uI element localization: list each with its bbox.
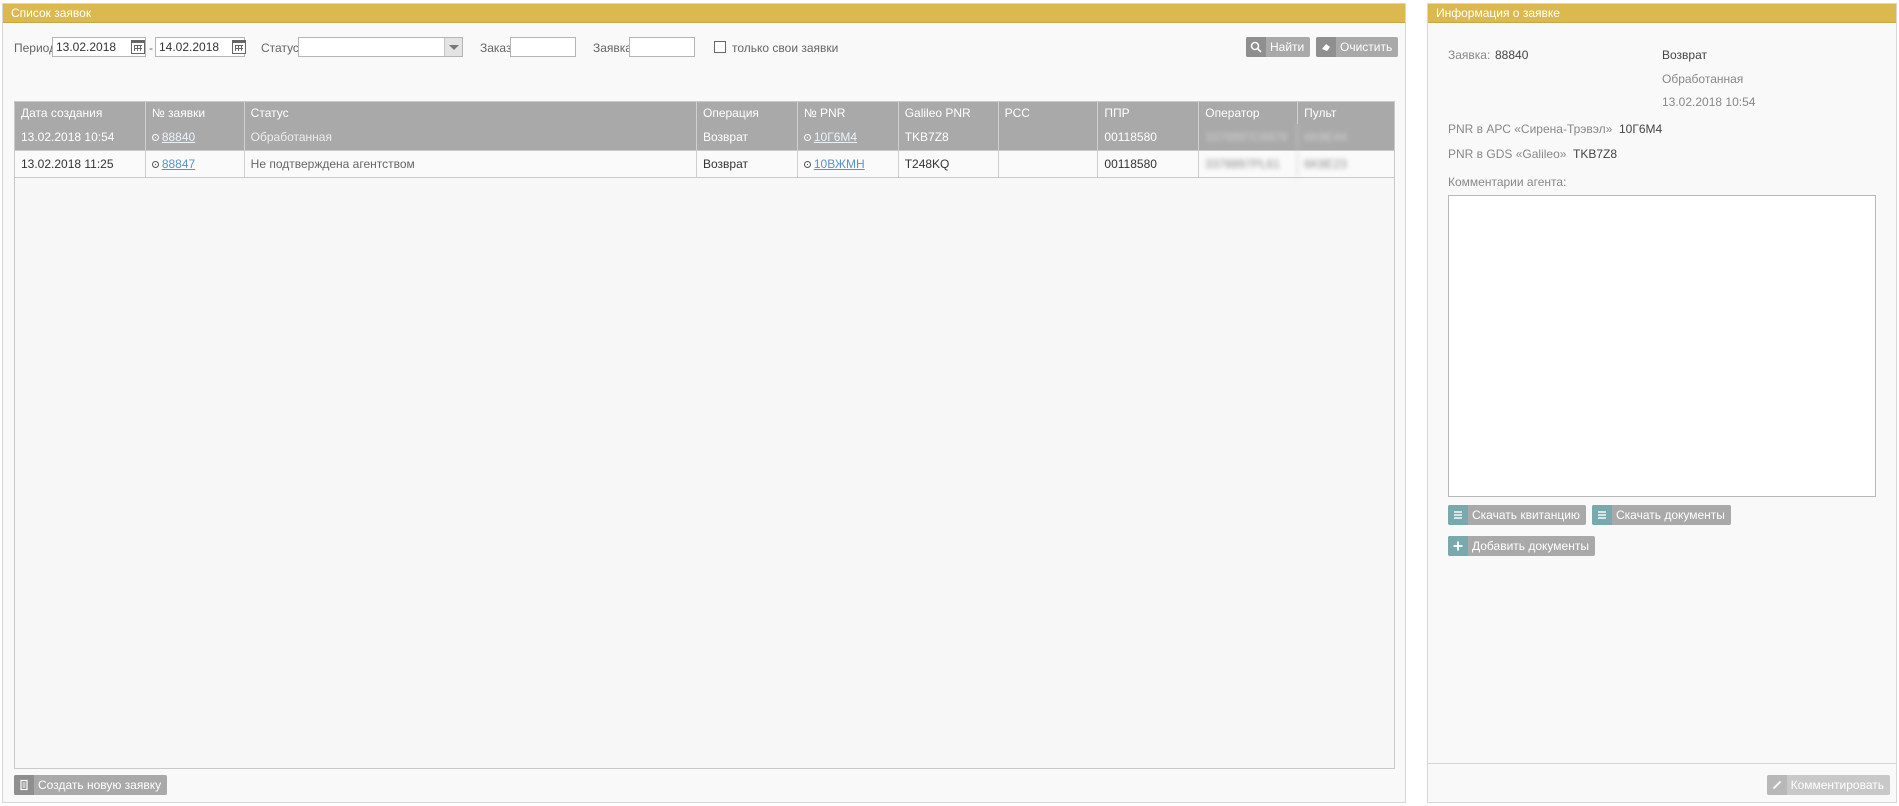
comments-label: Комментарии агента:: [1448, 175, 1567, 189]
status-select-value: [299, 40, 303, 54]
expand-icon[interactable]: [803, 161, 811, 168]
col-ppr[interactable]: ППР: [1098, 102, 1200, 124]
pnr-ars-value: 10Г6М4: [1619, 122, 1663, 136]
expand-icon[interactable]: [151, 134, 159, 141]
expand-icon[interactable]: [151, 161, 159, 168]
cell-pnr: 10ВЖМН: [798, 151, 899, 177]
col-operator[interactable]: Оператор: [1199, 102, 1299, 124]
agent-comments-textarea[interactable]: [1448, 195, 1876, 497]
col-galileo-pnr[interactable]: Galileo PNR: [899, 102, 999, 124]
create-request-label: Создать новую заявку: [38, 778, 162, 792]
cell-galileo-pnr: T248KQ: [899, 151, 999, 177]
eraser-icon: [1316, 37, 1336, 57]
cell-console: 6K8E23: [1304, 157, 1347, 171]
list-icon: [1592, 505, 1612, 525]
cell-status: Обработанная: [245, 124, 697, 150]
cell-ppr: 00118580: [1098, 124, 1200, 150]
request-info-panel: Информация о заявке Заявка: 88840 Возвра…: [1427, 3, 1897, 803]
cell-ppr: 00118580: [1098, 151, 1200, 177]
find-button[interactable]: Найти: [1246, 37, 1311, 57]
only-mine-checkbox[interactable]: [714, 41, 726, 53]
expand-icon[interactable]: [803, 134, 811, 141]
cell-operation: Возврат: [697, 151, 798, 177]
col-status[interactable]: Статус: [245, 102, 697, 124]
request-info-title: Информация о заявке: [1428, 4, 1896, 23]
download-receipt-label: Скачать квитанцию: [1472, 508, 1580, 522]
table-row[interactable]: 13.02.2018 11:25 88847 Не подтверждена а…: [15, 151, 1394, 178]
date-separator: -: [149, 41, 153, 55]
download-receipt-button[interactable]: Скачать квитанцию: [1448, 505, 1586, 525]
col-pnr[interactable]: № PNR: [798, 102, 899, 124]
cell-date: 13.02.2018 11:25: [15, 151, 146, 177]
calendar-icon[interactable]: [232, 40, 246, 54]
request-number-value: 88840: [1495, 48, 1529, 62]
cell-pnr: 10Г6М4: [798, 124, 899, 150]
order-label: Заказ: [480, 41, 512, 55]
requests-table: Дата создания № заявки Статус Операция №…: [14, 101, 1395, 769]
col-request-number[interactable]: № заявки: [146, 102, 245, 124]
cell-operation: Возврат: [697, 124, 798, 150]
list-icon: [1448, 505, 1468, 525]
pnr-ars-label: PNR в АРС «Сирена-Трэвэл»: [1448, 122, 1613, 136]
requests-list-title: Список заявок: [3, 4, 1405, 23]
cell-number: 88847: [146, 151, 245, 177]
cell-status: Не подтверждена агентством: [245, 151, 697, 177]
clear-button-label: Очистить: [1340, 40, 1393, 54]
pnr-link[interactable]: 10ВЖМН: [814, 157, 865, 171]
filter-bar: Период - Статус Заказ Заявка только свои…: [14, 37, 1399, 59]
clear-button[interactable]: Очистить: [1316, 37, 1399, 57]
pnr-gds-value: TKB7Z8: [1573, 147, 1618, 161]
add-documents-label: Добавить документы: [1472, 539, 1589, 553]
cell-operator: 3378897PL61: [1199, 151, 1299, 177]
cell-galileo-pnr: TKB7Z8: [899, 124, 999, 150]
col-created-date[interactable]: Дата создания: [15, 102, 146, 124]
chevron-down-icon[interactable]: [444, 38, 462, 56]
add-documents-button[interactable]: Добавить документы: [1448, 536, 1595, 556]
datetime-value: 13.02.2018 10:54: [1662, 95, 1756, 109]
table-row[interactable]: 13.02.2018 10:54 88840 Обработанная Возв…: [15, 124, 1394, 151]
period-label: Период: [14, 41, 57, 55]
plus-icon: [1448, 536, 1468, 556]
operation-value: Возврат: [1662, 48, 1707, 62]
pnr-link[interactable]: 10Г6М4: [814, 130, 857, 144]
comment-button-label: Комментировать: [1790, 778, 1884, 792]
pencil-icon: [1766, 775, 1787, 795]
status-label: Статус: [261, 41, 299, 55]
request-label: Заявка: [593, 41, 632, 55]
cell-pcc: [999, 124, 1099, 150]
status-select[interactable]: [298, 37, 463, 57]
pnr-gds-label: PNR в GDS «Galileo»: [1448, 147, 1567, 161]
request-number-link[interactable]: 88840: [162, 130, 195, 144]
col-console[interactable]: Пульт: [1298, 102, 1394, 124]
download-documents-label: Скачать документы: [1616, 508, 1725, 522]
col-pcc[interactable]: PCC: [999, 102, 1099, 124]
request-input[interactable]: [629, 37, 695, 57]
cell-number: 88840: [146, 124, 245, 150]
document-icon: [14, 775, 34, 795]
calendar-icon[interactable]: [131, 40, 145, 54]
cell-console: 6K8E44: [1304, 130, 1347, 144]
cell-date: 13.02.2018 10:54: [15, 124, 146, 150]
request-info-footer: Комментировать: [1428, 763, 1896, 803]
table-header: Дата создания № заявки Статус Операция №…: [15, 102, 1394, 124]
requests-list-panel: Список заявок Период - Статус Заказ Заяв…: [2, 3, 1406, 803]
only-mine-label: только свои заявки: [732, 41, 839, 55]
search-icon: [1246, 37, 1266, 57]
cell-pcc: [999, 151, 1099, 177]
cell-operator: 3378897C6879: [1199, 124, 1299, 150]
order-input[interactable]: [510, 37, 576, 57]
comment-button[interactable]: Комментировать: [1766, 775, 1890, 795]
download-documents-button[interactable]: Скачать документы: [1592, 505, 1731, 525]
find-button-label: Найти: [1270, 40, 1305, 54]
status-value: Обработанная: [1662, 72, 1744, 86]
request-number-label: Заявка:: [1448, 48, 1491, 62]
request-number-link[interactable]: 88847: [162, 157, 195, 171]
create-request-button[interactable]: Создать новую заявку: [14, 775, 168, 795]
col-operation[interactable]: Операция: [697, 102, 798, 124]
